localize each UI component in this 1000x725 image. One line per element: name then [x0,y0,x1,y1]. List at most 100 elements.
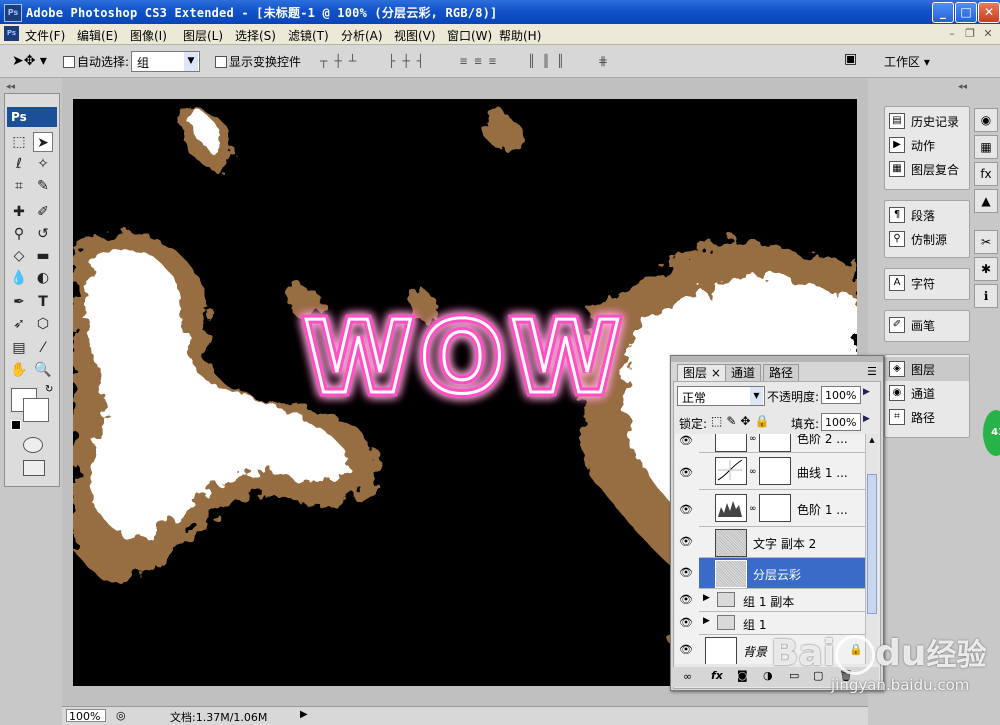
menu-analysis[interactable]: 分析(A) [341,27,383,44]
gradient-tool-icon[interactable]: ▬ [33,246,53,266]
dock-item-layers[interactable]: ◈ 图层 [885,357,969,381]
panel-menu-icon[interactable]: ☰ [867,365,877,378]
histogram-icon[interactable]: ▲ [974,189,998,213]
eyedropper-tool-icon[interactable]: ✎ [33,176,53,196]
tab-layers[interactable]: 图层 × [677,364,727,382]
shape-tool-icon[interactable]: ⬡ [33,314,53,334]
opacity-arrow-icon[interactable]: ▶ [863,387,870,397]
eyedropper-icon[interactable]: ⁄ [33,338,53,358]
layer-row[interactable]: ▶ 组 1 副本 [699,589,867,612]
clone-stamp-icon[interactable]: ⚲ [9,224,29,244]
distribute-horizontal-icon[interactable]: ║ ║ ║ [528,54,564,68]
layer-row-selected[interactable]: 分层云彩 [699,558,867,589]
zoom-field[interactable]: 100% [66,709,106,723]
visibility-eye-icon[interactable]: 👁 [679,643,693,657]
menu-layer[interactable]: 图层(L) [183,27,223,44]
tab-paths[interactable]: 路径 [763,364,800,382]
auto-align-icon[interactable]: ⋕ [598,54,608,68]
blend-mode-dropdown[interactable]: 正常 ▼ [677,386,765,406]
dock-item-channels[interactable]: ◉ 通道 [885,381,969,405]
blur-tool-icon[interactable]: 💧 [9,268,29,288]
panel-drag-bar[interactable] [671,356,883,362]
hand-tool-icon[interactable]: ✋ [9,360,29,380]
bridge-icon[interactable]: ▣ [844,51,866,71]
brush-tool-icon[interactable]: ✐ [33,202,53,222]
dock-item-brushes[interactable]: ✐ 画笔 [885,313,969,337]
fill-input[interactable]: 100% [821,413,861,431]
background-color-swatch[interactable] [23,398,49,422]
zoom-tool-icon[interactable]: 🔍 [33,360,53,380]
scroll-up-icon[interactable]: ▲ [867,436,877,446]
lock-icons[interactable]: ⬚✎✥🔒 [711,414,773,428]
visibility-eye-icon[interactable]: 👁 [679,503,693,517]
animation-icon[interactable]: ✱ [974,257,998,281]
menu-file[interactable]: 文件(F) [25,27,65,44]
path-selection-icon[interactable]: ➶ [9,314,29,334]
expand-arrow-icon[interactable]: ▶ [703,593,710,603]
crop-tool-icon[interactable]: ⌗ [9,176,29,196]
align-left-icon[interactable]: ├ ┼ ┤ [388,54,424,68]
auto-select-checkbox[interactable] [63,56,75,68]
visibility-eye-icon[interactable]: 👁 [679,616,693,630]
healing-brush-icon[interactable]: ✚ [9,202,29,222]
pen-tool-icon[interactable]: ✒ [9,292,29,312]
collapse-arrows-icon[interactable]: ◂◂ [6,82,15,92]
type-tool-icon[interactable]: T [33,292,53,312]
doc-restore-button[interactable]: ❐ [964,28,976,40]
fx-icon[interactable]: fx [711,669,723,682]
link-layers-icon[interactable]: ∞ [683,670,692,683]
menu-edit[interactable]: 编辑(E) [77,27,118,44]
screen-mode-icon[interactable] [23,460,45,476]
marquee-tool-icon[interactable]: ⬚ [9,132,29,152]
layer-row[interactable]: ∞ 色阶 1 ... [699,490,867,527]
status-menu-arrow-icon[interactable]: ▶ [300,709,308,720]
history-brush-icon[interactable]: ↺ [33,224,53,244]
quick-mask-icon[interactable] [23,437,43,453]
dock-item-paragraph[interactable]: ¶ 段落 [885,203,969,227]
dock-item-paths[interactable]: ⌗ 路径 [885,405,969,429]
app-icon[interactable]: Ps [4,4,22,22]
fill-arrow-icon[interactable]: ▶ [863,414,870,424]
eraser-tool-icon[interactable]: ◇ [9,246,29,266]
swatches-icon[interactable]: ▦ [974,135,998,159]
dock-collapse-icon[interactable]: ◂◂ [958,82,967,92]
notes-tool-icon[interactable]: ▤ [9,338,29,358]
visibility-eye-icon[interactable]: 👁 [679,434,693,448]
menu-filter[interactable]: 滤镜(T) [288,27,329,44]
add-mask-icon[interactable]: ◙ [737,669,748,682]
info-icon[interactable]: ℹ [974,284,998,308]
status-icon[interactable]: ◎ [116,709,126,722]
dock-item-clone-source[interactable]: ⚲ 仿制源 [885,227,969,251]
magic-wand-icon[interactable]: ✧ [33,154,53,174]
lasso-tool-icon[interactable]: ℓ [9,154,29,174]
dock-item-character[interactable]: A 字符 [885,271,969,295]
default-colors-icon[interactable] [11,420,21,430]
auto-select-dropdown[interactable]: 组 ▼ [131,51,200,72]
info-fx-icon[interactable]: fx [974,162,998,186]
doc-close-button[interactable]: ✕ [982,28,994,40]
opacity-input[interactable]: 100% [821,386,861,404]
menu-help[interactable]: 帮助(H) [499,27,541,44]
distribute-vertical-icon[interactable]: ≡ ≡ ≡ [460,54,496,68]
dock-item-layer-comps[interactable]: ▦ 图层复合 [885,157,969,181]
menu-window[interactable]: 窗口(W) [447,27,492,44]
show-transform-checkbox[interactable] [215,56,227,68]
move-tool-icon[interactable]: ➤✥ ▾ [12,53,47,69]
dock-item-history[interactable]: ▤ 历史记录 [885,109,969,133]
minimize-button[interactable]: _ [932,2,954,23]
close-icon[interactable]: × [711,366,721,380]
navigator-icon[interactable]: ◉ [974,108,998,132]
visibility-eye-icon[interactable]: 👁 [679,566,693,580]
dodge-tool-icon[interactable]: ◐ [33,268,53,288]
move-tool-icon[interactable]: ➤ [33,132,53,152]
swap-colors-icon[interactable]: ↻ [45,384,53,395]
layer-row[interactable]: ∞ 曲线 1 ... [699,453,867,490]
tool-presets-icon[interactable]: ✂ [974,230,998,254]
menu-view[interactable]: 视图(V) [394,27,436,44]
align-top-icon[interactable]: ┬ ┼ ┴ [320,54,356,68]
layer-row[interactable]: 文字 副本 2 [699,527,867,558]
maximize-button[interactable]: □ [955,2,977,23]
expand-arrow-icon[interactable]: ▶ [703,616,710,626]
menu-select[interactable]: 选择(S) [235,27,276,44]
ps-menu-icon[interactable]: Ps [4,26,19,41]
